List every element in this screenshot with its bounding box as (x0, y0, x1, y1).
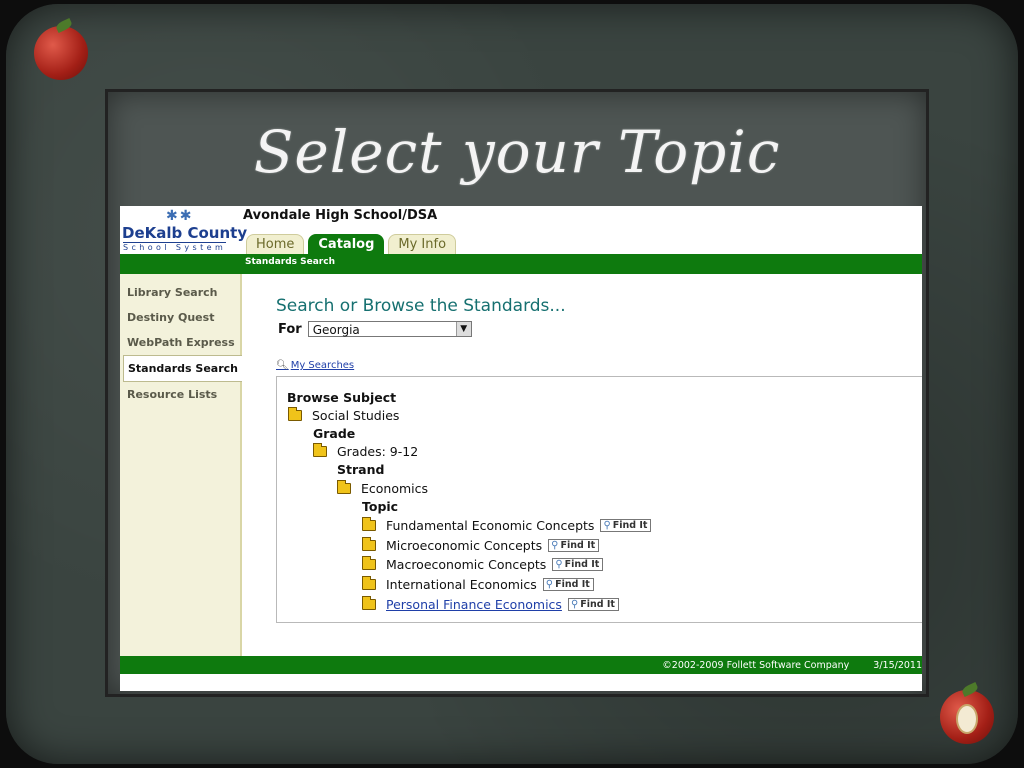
page-heading: Search or Browse the Standards... (276, 296, 566, 316)
folder-icon (362, 537, 376, 551)
find-it-label: Find It (560, 540, 596, 551)
tree-item-strand[interactable]: Economics (337, 480, 429, 496)
browse-subject-label: Browse Subject (287, 390, 397, 405)
sidebar: Library Search Destiny Quest WebPath Exp… (120, 274, 242, 656)
find-it-button[interactable]: ⚲ Find It (600, 519, 652, 532)
sidebar-item-library-search[interactable]: Library Search (120, 280, 240, 305)
find-it-label: Find It (612, 520, 648, 531)
find-it-button[interactable]: ⚲ Find It (542, 578, 594, 591)
footer-bar: ©2002-2009 Follett Software Company 3/15… (120, 656, 922, 674)
topic-name: Macroeconomic Concepts (386, 557, 547, 572)
find-it-label: Find It (564, 559, 600, 570)
grade-value: Grades: 9-12 (337, 444, 419, 459)
main-tabs: Home Catalog My Info (246, 234, 457, 255)
tree-item-topic[interactable]: Microeconomic Concepts ⚲ Find It (362, 537, 600, 553)
folder-icon (362, 556, 376, 570)
tree-item-topic[interactable]: Fundamental Economic Concepts ⚲ Find It (362, 517, 652, 533)
state-select[interactable]: Georgia ▼ (307, 321, 472, 337)
subject-label: Social Studies (312, 408, 400, 423)
tab-catalog[interactable]: Catalog (308, 234, 385, 255)
topic-name: Microeconomic Concepts (386, 538, 543, 553)
magnifier-icon: ⚲ (603, 520, 611, 531)
strand-value: Economics (361, 481, 429, 496)
tree-item-grade[interactable]: Grades: 9-12 (313, 443, 419, 459)
magnifier-icon: ⚲ (551, 540, 559, 551)
find-it-button[interactable]: ⚲ Find It (548, 539, 600, 552)
sidebar-item-webpath-express[interactable]: WebPath Express (120, 330, 240, 355)
strand-label: Strand (337, 462, 385, 477)
find-it-label: Find It (555, 579, 590, 590)
folder-icon (362, 517, 376, 531)
tree-item-topic[interactable]: Macroeconomic Concepts ⚲ Find It (362, 556, 604, 572)
tree-item-topic[interactable]: International Economics ⚲ Find It (362, 576, 594, 592)
topic-link[interactable]: Personal Finance Economics (386, 597, 562, 612)
district-logo: ✱✱ DeKalb County School System (122, 208, 247, 256)
magnifier-icon: ⚲ (545, 579, 554, 590)
sidebar-item-resource-lists[interactable]: Resource Lists (120, 382, 240, 407)
apple-icon (34, 18, 88, 80)
state-select-value: Georgia (312, 323, 360, 337)
footer-date: 3/15/2011 (873, 660, 922, 671)
browse-panel: Browse Subject Social Studies Grade Grad… (276, 376, 922, 623)
folder-icon (337, 480, 351, 494)
magnifier-icon: ⚲ (555, 559, 563, 570)
bitten-apple-icon (940, 682, 994, 744)
tree-item-topic[interactable]: Personal Finance Economics ⚲ Find It (362, 596, 619, 612)
tab-my-info[interactable]: My Info (388, 234, 457, 255)
sub-nav-bar: Standards Search (120, 254, 922, 274)
topic-name: International Economics (386, 577, 537, 592)
folder-icon (313, 443, 327, 457)
magnifier-icon: 🔍︎ (276, 360, 289, 371)
for-row: For Georgia ▼ (278, 321, 472, 337)
folder-icon (362, 576, 376, 590)
grade-label: Grade (313, 426, 356, 441)
find-it-button[interactable]: ⚲ Find It (567, 598, 619, 611)
folder-icon (288, 407, 302, 421)
slide-title: Select your Topic (253, 118, 781, 186)
find-it-label: Find It (580, 599, 615, 610)
magnifier-icon: ⚲ (570, 599, 579, 610)
tree-item-subject[interactable]: Social Studies (288, 407, 400, 423)
destiny-screen: ✱✱ DeKalb County School System Avondale … (120, 206, 922, 691)
logo-figures-icon: ✱✱ (166, 208, 194, 224)
chevron-down-icon[interactable]: ▼ (455, 322, 471, 336)
topic-name: Fundamental Economic Concepts (386, 518, 595, 533)
sidebar-item-standards-search[interactable]: Standards Search (123, 355, 242, 382)
folder-icon (362, 596, 376, 610)
logo-name: DeKalb County (122, 224, 248, 242)
sidebar-item-destiny-quest[interactable]: Destiny Quest (120, 305, 240, 330)
for-label: For (278, 321, 302, 337)
breadcrumb[interactable]: Standards Search (245, 257, 335, 267)
find-it-button[interactable]: ⚲ Find It (552, 558, 604, 571)
tab-home[interactable]: Home (246, 234, 305, 255)
copyright-text: ©2002-2009 Follett Software Company (662, 660, 850, 671)
school-name: Avondale High School/DSA (243, 208, 438, 223)
my-searches-link[interactable]: 🔍︎ My Searches (276, 360, 354, 371)
topic-label: Topic (362, 499, 399, 514)
logo-subtitle: School System (123, 242, 227, 252)
my-searches-label: My Searches (290, 360, 355, 371)
